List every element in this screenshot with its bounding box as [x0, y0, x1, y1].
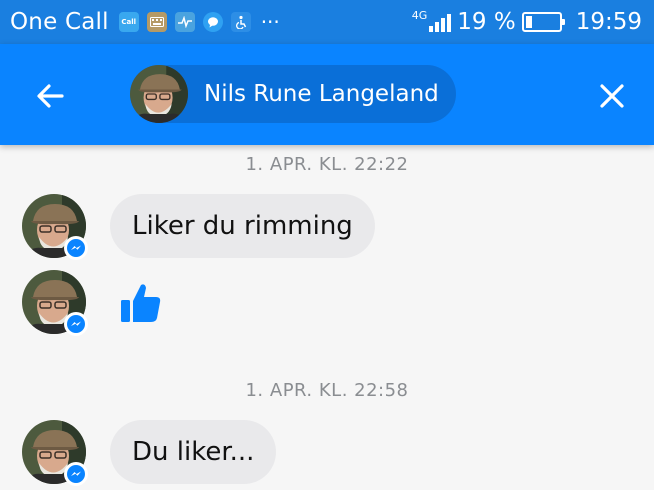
conversation-header: Nils Rune Langeland: [0, 44, 654, 145]
messenger-badge-icon: [64, 312, 88, 336]
message-bubble[interactable]: Du liker...: [110, 420, 277, 484]
message-timestamp: 1. APR. KL. 22:22: [245, 154, 409, 175]
messenger-badge-icon: [64, 462, 88, 486]
message-bubble[interactable]: Liker du rimming: [110, 194, 375, 258]
status-bar: One Call Call ··· 4G 19 % 19:59: [0, 0, 654, 44]
network-type: 4G: [411, 8, 428, 22]
close-icon: [600, 84, 624, 108]
one-call-app-icon: Call: [118, 12, 139, 32]
sender-avatar[interactable]: [22, 194, 88, 260]
clock: 19:59: [575, 9, 642, 35]
back-button[interactable]: [30, 76, 70, 116]
overflow-dots-icon: ···: [260, 10, 280, 34]
notification-icons: Call ···: [118, 10, 280, 34]
carrier-name: One Call: [10, 9, 109, 35]
battery-percent: 19 %: [457, 9, 516, 35]
keyboard-icon: [146, 12, 167, 32]
health-icon: [174, 12, 195, 32]
contact-name: Nils Rune Langeland: [204, 81, 439, 107]
signal-strength-icon: [429, 12, 452, 32]
battery-icon: [521, 12, 565, 32]
like-reaction[interactable]: [120, 282, 162, 324]
accessibility-icon: [230, 12, 251, 32]
system-indicators: 4G 19 % 19:59: [412, 0, 642, 44]
contact-chip[interactable]: Nils Rune Langeland: [130, 65, 456, 123]
battery-level-fill: [525, 16, 532, 28]
contact-avatar: [130, 65, 188, 123]
messenger-badge-icon: [64, 236, 88, 260]
sender-avatar[interactable]: [22, 270, 88, 336]
back-arrow-icon: [37, 84, 64, 108]
sender-avatar[interactable]: [22, 420, 88, 486]
messenger-bubble-icon: [202, 12, 223, 32]
close-button[interactable]: [592, 76, 632, 116]
message-timestamp: 1. APR. KL. 22:58: [245, 380, 409, 401]
thumbs-up-icon: [121, 284, 161, 322]
